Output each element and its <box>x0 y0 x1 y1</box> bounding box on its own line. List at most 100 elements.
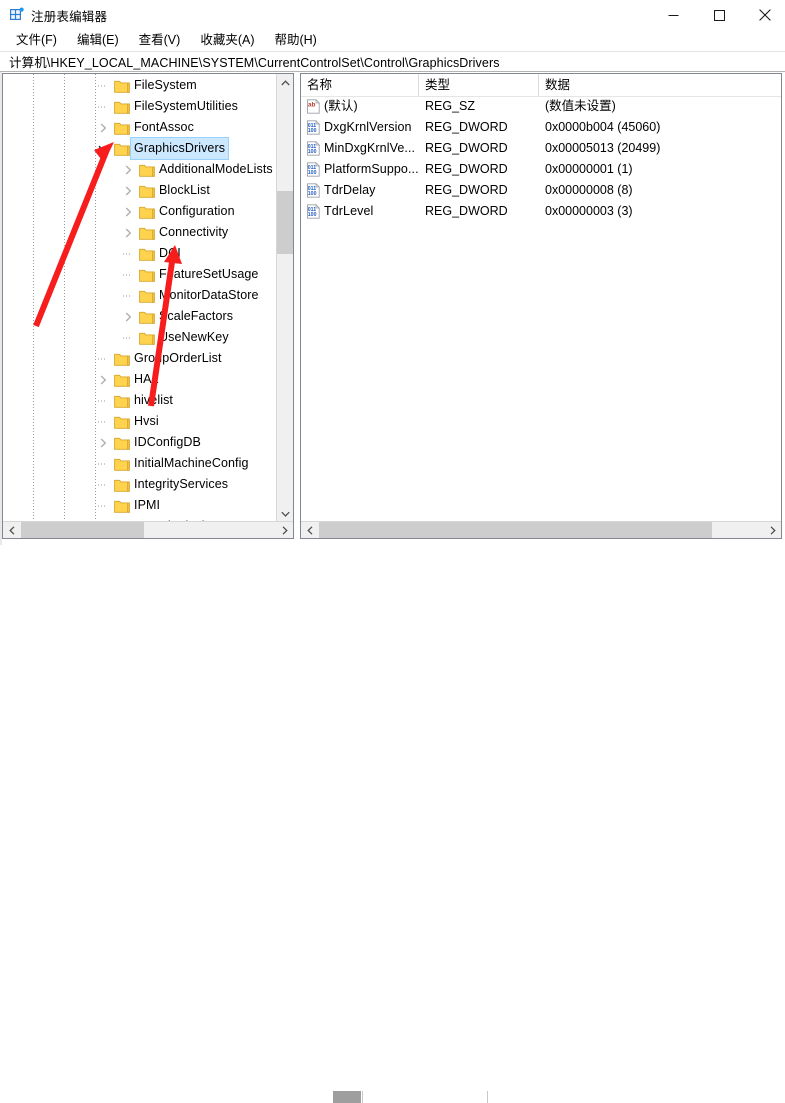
scroll-down-icon[interactable] <box>277 505 294 522</box>
values-horizontal-scrollbar[interactable] <box>301 521 781 538</box>
close-button[interactable] <box>742 0 785 30</box>
chevron-right-icon[interactable] <box>95 117 111 138</box>
chevron-right-icon[interactable] <box>120 306 136 327</box>
folder-icon <box>114 373 130 387</box>
taskbar-item[interactable] <box>333 1091 361 1103</box>
value-row[interactable]: 011100TdrDelayREG_DWORD0x00000008 (8) <box>301 180 781 201</box>
chevron-right-icon[interactable] <box>120 222 136 243</box>
address-bar[interactable]: 计算机\HKEY_LOCAL_MACHINE\SYSTEM\CurrentCon… <box>0 51 785 72</box>
tree-item-featuresetusage[interactable]: FeatureSetUsage <box>3 264 275 285</box>
menu-item-file[interactable]: 文件(F) <box>7 31 66 50</box>
registry-tree-pane: FileSystemFileSystemUtilitiesFontAssocGr… <box>2 73 294 539</box>
tree-item-label: FontAssoc <box>134 117 194 138</box>
tree-guide-dash <box>95 411 111 432</box>
tree-item-filesystem[interactable]: FileSystem <box>3 75 275 96</box>
tree-guide-dash <box>95 348 111 369</box>
tree-item-label: InitialMachineConfig <box>134 453 249 474</box>
tree-guide-dash <box>120 264 136 285</box>
tree-guide-dash <box>95 390 111 411</box>
menu-item-view[interactable]: 查看(V) <box>130 31 190 50</box>
tree-item-blocklist[interactable]: BlockList <box>3 180 275 201</box>
scroll-right-icon[interactable] <box>764 522 781 539</box>
tree-item-label: UseNewKey <box>159 327 229 348</box>
value-row[interactable]: 011100PlatformSuppo...REG_DWORD0x0000000… <box>301 159 781 180</box>
value-data: 0x0000b004 (45060) <box>545 117 660 138</box>
taskbar-divider-2 <box>487 1091 488 1103</box>
tree-item-scalefactors[interactable]: ScaleFactors <box>3 306 275 327</box>
value-row[interactable]: 011100DxgKrnlVersionREG_DWORD0x0000b004 … <box>301 117 781 138</box>
tree-item-usenewkey[interactable]: UseNewKey <box>3 327 275 348</box>
tree-item-label: Connectivity <box>159 222 228 243</box>
folder-icon <box>139 289 155 303</box>
tree-item-hvsi[interactable]: Hvsi <box>3 411 275 432</box>
registry-path: 计算机\HKEY_LOCAL_MACHINE\SYSTEM\CurrentCon… <box>0 52 500 71</box>
tree-item-grouporderlist[interactable]: GroupOrderList <box>3 348 275 369</box>
chevron-right-icon[interactable] <box>95 369 111 390</box>
value-row[interactable]: 011100TdrLevelREG_DWORD0x00000003 (3) <box>301 201 781 222</box>
folder-icon <box>114 478 130 492</box>
value-name: DxgKrnlVersion <box>324 117 412 138</box>
string-value-icon: ab <box>306 99 321 114</box>
chevron-down-icon[interactable] <box>95 138 111 159</box>
value-row[interactable]: 011100MinDxgKrnlVe...REG_DWORD0x00005013… <box>301 138 781 159</box>
column-header-type[interactable]: 类型 <box>419 74 539 96</box>
chevron-right-icon[interactable] <box>120 201 136 222</box>
menu-bar: 文件(F) 编辑(E) 查看(V) 收藏夹(A) 帮助(H) <box>0 30 785 51</box>
chevron-right-icon[interactable] <box>120 159 136 180</box>
tree-item-initialmachineconfig[interactable]: InitialMachineConfig <box>3 453 275 474</box>
maximize-button[interactable] <box>696 0 742 30</box>
values-hscroll-thumb[interactable] <box>319 522 712 539</box>
dword-value-icon: 011100 <box>306 162 321 177</box>
tree-item-filesystemutilities[interactable]: FileSystemUtilities <box>3 96 275 117</box>
tree-scroll-thumb[interactable] <box>277 191 294 254</box>
registry-tree: FileSystemFileSystemUtilitiesFontAssocGr… <box>3 75 275 522</box>
folder-icon <box>139 331 155 345</box>
tree-guide-dash <box>95 96 111 117</box>
scroll-right-icon[interactable] <box>276 522 293 539</box>
tree-horizontal-scrollbar[interactable] <box>3 521 293 538</box>
tree-guide-dash <box>95 495 111 516</box>
menu-item-help[interactable]: 帮助(H) <box>265 31 325 50</box>
tree-guide-dash <box>95 75 111 96</box>
window-title: 注册表编辑器 <box>31 6 107 25</box>
tree-item-ipmi[interactable]: IPMI <box>3 495 275 516</box>
registry-editor-window: 注册表编辑器 文件(F) 编辑(E) 查看(V) 收藏夹(A) 帮助(H) 计算… <box>0 0 785 558</box>
tree-guide-dash <box>120 285 136 306</box>
folder-icon <box>139 268 155 282</box>
value-type: REG_DWORD <box>425 117 508 138</box>
tree-item-label: GraphicsDrivers <box>131 138 228 159</box>
chevron-right-icon[interactable] <box>120 180 136 201</box>
value-type: REG_DWORD <box>425 138 508 159</box>
tree-item-hal[interactable]: HAL <box>3 369 275 390</box>
scroll-up-icon[interactable] <box>277 74 294 91</box>
value-row[interactable]: ab(默认)REG_SZ(数值未设置) <box>301 96 781 117</box>
tree-item-graphicsdrivers[interactable]: GraphicsDrivers <box>3 138 275 159</box>
tree-item-hivelist[interactable]: hivelist <box>3 390 275 411</box>
folder-icon <box>139 310 155 324</box>
menu-item-edit[interactable]: 编辑(E) <box>68 31 128 50</box>
tree-item-label: IDConfigDB <box>134 432 201 453</box>
tree-viewport: FileSystemFileSystemUtilitiesFontAssocGr… <box>3 74 275 522</box>
value-type: REG_DWORD <box>425 180 508 201</box>
tree-hscroll-thumb[interactable] <box>21 522 144 539</box>
tree-item-additionalmodelists[interactable]: AdditionalModeLists <box>3 159 275 180</box>
tree-item-fontassoc[interactable]: FontAssoc <box>3 117 275 138</box>
scroll-left-icon[interactable] <box>301 522 318 539</box>
tree-item-dci[interactable]: DCI <box>3 243 275 264</box>
folder-icon <box>114 436 130 450</box>
tree-item-monitordatastore[interactable]: MonitorDataStore <box>3 285 275 306</box>
value-type: REG_DWORD <box>425 201 508 222</box>
menu-item-favorites[interactable]: 收藏夹(A) <box>191 31 263 50</box>
folder-icon <box>114 499 130 513</box>
tree-vertical-scrollbar[interactable] <box>276 74 293 522</box>
column-header-data[interactable]: 数据 <box>539 74 781 96</box>
folder-icon <box>114 100 130 114</box>
minimize-button[interactable] <box>650 0 696 30</box>
tree-item-integrityservices[interactable]: IntegrityServices <box>3 474 275 495</box>
tree-item-idconfigdb[interactable]: IDConfigDB <box>3 432 275 453</box>
chevron-right-icon[interactable] <box>95 432 111 453</box>
scroll-left-icon[interactable] <box>3 522 20 539</box>
tree-item-connectivity[interactable]: Connectivity <box>3 222 275 243</box>
tree-item-configuration[interactable]: Configuration <box>3 201 275 222</box>
column-header-name[interactable]: 名称 <box>301 74 419 96</box>
